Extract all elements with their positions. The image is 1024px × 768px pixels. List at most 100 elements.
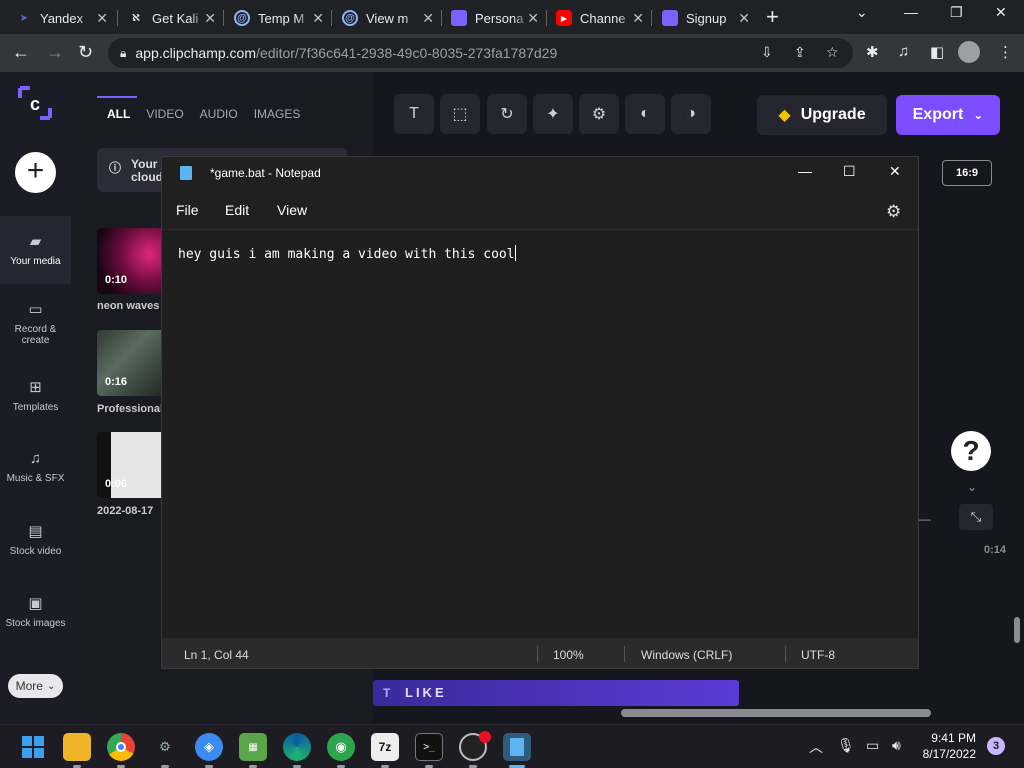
address-bar[interactable]: 🔒︎ app.clipchamp.com/editor/7f36c641-293… — [108, 38, 853, 68]
contrast-tool-icon[interactable]: ◐ — [625, 94, 665, 134]
film-icon: ▤ — [28, 523, 43, 540]
terminal-icon[interactable]: >_ — [415, 733, 443, 761]
microphone-icon[interactable]: 🎙︎ — [837, 737, 855, 754]
android-app-icon[interactable]: ▦ — [239, 733, 267, 761]
help-button[interactable]: ? — [951, 431, 991, 471]
nav-your-media[interactable]: ▰ Your media — [0, 216, 71, 284]
tab-view-mail[interactable]: @ View m ✕ — [332, 4, 440, 32]
gear-icon[interactable]: ⚙ — [886, 202, 901, 222]
caption-track-clip[interactable]: T LIKE — [373, 680, 739, 706]
collapse-chevron-icon[interactable]: ⌄ — [967, 480, 977, 494]
install-app-icon[interactable]: ⇩ — [761, 44, 773, 61]
tab-temp-mail[interactable]: @ Temp M ✕ — [224, 4, 330, 32]
text-tool-icon[interactable]: T — [394, 94, 434, 134]
close-tab-icon[interactable]: ✕ — [738, 10, 750, 27]
back-icon[interactable]: ← — [12, 42, 30, 62]
profile-avatar[interactable] — [958, 41, 980, 63]
timeline-scrollbar[interactable] — [621, 709, 931, 717]
close-tab-icon[interactable]: ✕ — [527, 10, 539, 27]
clipchamp-logo: c — [18, 86, 52, 120]
maximize-icon[interactable]: ☐ — [843, 163, 856, 180]
network-icon[interactable]: ▭ — [866, 737, 879, 754]
close-tab-icon[interactable]: ✕ — [96, 10, 108, 27]
media-thumbnail[interactable]: 0:16 — [97, 330, 167, 396]
settings-tool-icon[interactable]: ⚙ — [579, 94, 619, 134]
tab-yandex[interactable]: ➤ Yandex ✕ — [6, 4, 114, 32]
tab-signup[interactable]: Signup ✕ — [652, 4, 756, 32]
templates-icon: ⊞ — [29, 379, 42, 396]
minimize-icon[interactable]: — — [904, 4, 918, 20]
close-window-icon[interactable]: ✕ — [995, 4, 1007, 21]
edge-icon[interactable] — [283, 733, 311, 761]
diamond-icon: ◆ — [778, 107, 791, 124]
start-button[interactable] — [19, 733, 47, 761]
media-thumbnail[interactable]: 0:06 — [97, 432, 167, 498]
nav-record-create[interactable]: ▭ Record & create — [0, 300, 71, 346]
zoom-out-icon[interactable]: — — [919, 512, 931, 526]
share-icon[interactable]: ⇪ — [794, 44, 806, 61]
rotate-tool-icon[interactable]: ↻ — [487, 94, 527, 134]
side-panel-icon[interactable]: ◧ — [930, 43, 944, 61]
nav-templates[interactable]: ⊞ Templates — [0, 378, 71, 413]
tab-all[interactable]: ALL — [107, 107, 130, 121]
add-media-button[interactable]: + — [15, 152, 56, 193]
reload-icon[interactable]: ↻ — [78, 42, 93, 62]
settings-gear-icon[interactable]: ⚙ — [151, 733, 179, 761]
browser-shield-icon[interactable]: ◈ — [195, 733, 223, 761]
left-navigation: c + ▰ Your media ▭ Record & create ⊞ Tem… — [0, 72, 71, 724]
music-note-icon: ♫ — [29, 450, 42, 467]
youtube-icon: ▶ — [556, 10, 572, 26]
tab-channel[interactable]: ▶ Channe ✕ — [546, 4, 650, 32]
tab-video[interactable]: VIDEO — [146, 107, 183, 121]
menu-kebab-icon[interactable]: ⋮ — [998, 43, 1013, 61]
text-clip-icon: T — [383, 686, 391, 700]
minimize-preview-icon[interactable]: ⤡ — [959, 504, 993, 530]
forward-icon[interactable]: → — [46, 42, 64, 62]
nav-stock-video[interactable]: ▤ Stock video — [0, 522, 71, 557]
file-explorer-icon[interactable] — [63, 733, 91, 761]
menu-file[interactable]: File — [176, 202, 199, 218]
vertical-scrollbar[interactable] — [1014, 617, 1020, 643]
close-tab-icon[interactable]: ✕ — [632, 10, 644, 27]
magic-wand-icon[interactable]: ✦ — [533, 94, 573, 134]
notepad-text-area[interactable]: hey guis i am making a video with this c… — [162, 229, 918, 638]
close-tab-icon[interactable]: ✕ — [422, 10, 434, 27]
7zip-icon[interactable]: 7z — [371, 733, 399, 761]
system-clock[interactable]: 9:41 PM 8/17/2022 — [916, 730, 976, 762]
new-tab-button[interactable]: + — [766, 6, 779, 28]
export-button[interactable]: Export ⌄ — [896, 95, 1000, 135]
active-tab-indicator — [97, 96, 137, 98]
tab-audio[interactable]: AUDIO — [200, 107, 238, 121]
tab-get-kali[interactable]: ℵ Get Kali ✕ — [118, 4, 222, 32]
close-icon[interactable]: ✕ — [889, 163, 901, 180]
filter-tool-icon[interactable]: ◑ — [671, 94, 711, 134]
restore-icon[interactable]: ❐ — [950, 4, 963, 21]
aspect-ratio-button[interactable]: 16:9 — [942, 160, 992, 186]
bookmark-star-icon[interactable]: ☆ — [826, 44, 839, 61]
kali-icon: ℵ — [132, 12, 140, 24]
obs-icon[interactable] — [459, 731, 491, 761]
tab-personal[interactable]: Persona ✕ — [441, 4, 545, 32]
chrome-icon[interactable] — [107, 733, 135, 761]
crop-tool-icon[interactable]: ⬚ — [440, 94, 480, 134]
menu-edit[interactable]: Edit — [225, 202, 249, 218]
more-button[interactable]: More ⌄ — [8, 674, 63, 698]
nav-stock-images[interactable]: ▣ Stock images — [0, 594, 71, 629]
show-hidden-icons-chevron[interactable]: ︿ — [809, 737, 823, 757]
notepad-window: *game.bat - Notepad — ☐ ✕ File Edit View… — [161, 156, 919, 669]
extensions-icon[interactable]: ✱ — [866, 43, 879, 61]
tab-images[interactable]: IMAGES — [254, 107, 301, 121]
nav-music-sfx[interactable]: ♫ Music & SFX — [0, 450, 71, 484]
volume-icon[interactable]: 🔊︎ — [892, 737, 901, 754]
media-control-icon[interactable]: ♫ — [898, 43, 909, 60]
minimize-icon[interactable]: — — [798, 163, 812, 179]
close-tab-icon[interactable]: ✕ — [204, 10, 216, 27]
media-thumbnail[interactable]: 0:10 — [97, 228, 167, 294]
notepad-taskbar-icon[interactable] — [503, 733, 531, 761]
bluestacks-icon[interactable]: ◉ — [327, 733, 355, 761]
upgrade-button[interactable]: ◆ Upgrade — [757, 95, 887, 135]
menu-view[interactable]: View — [277, 202, 307, 218]
tab-search-icon[interactable]: ⌄ — [856, 4, 868, 21]
notification-badge[interactable]: 3 — [987, 737, 1005, 755]
close-tab-icon[interactable]: ✕ — [312, 10, 324, 27]
